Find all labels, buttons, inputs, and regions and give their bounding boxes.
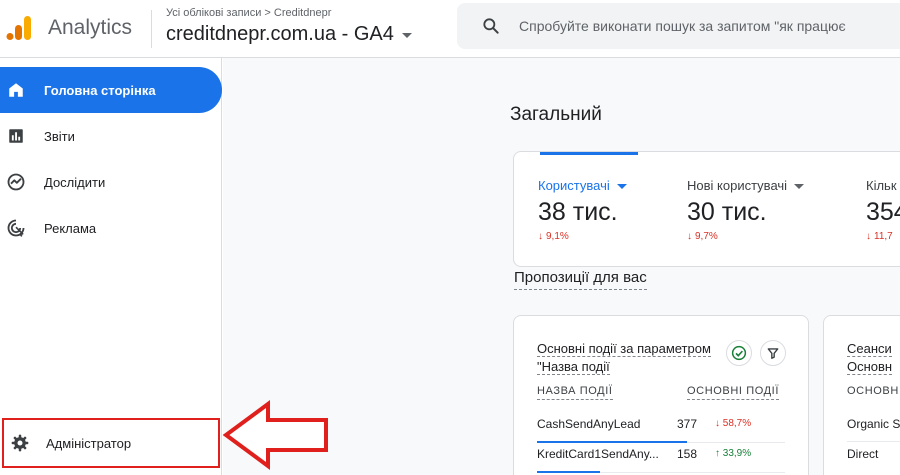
search-bar[interactable]	[457, 3, 900, 49]
insights-check-button[interactable]	[726, 340, 752, 366]
suggestions-title[interactable]: Пропозиції для вас	[514, 269, 647, 290]
chevron-down-icon	[401, 33, 412, 38]
header-divider	[151, 10, 152, 48]
row-share-bar	[537, 471, 600, 473]
chevron-down-icon	[794, 184, 805, 189]
key-events-card[interactable]: Основні події за параметром "Назва події…	[513, 315, 809, 475]
row-event-name: KreditCard1SendAny...	[537, 447, 659, 461]
metric-label-text: Нові користувачі	[687, 178, 788, 193]
nav-item-reports[interactable]: Звіти	[0, 113, 222, 159]
top-app-bar: Analytics Усі облікові записи > Creditdn…	[0, 0, 900, 58]
chevron-down-icon	[616, 184, 627, 189]
card-title: Сеанси Основн	[847, 340, 893, 376]
metric-value: 30 тис.	[687, 198, 767, 226]
filter-icon	[767, 348, 779, 359]
metric-users[interactable]: Користувачі 38 тис. ↓ 9,1%	[538, 178, 627, 242]
sessions-card[interactable]: Сеанси Основн ОСНОВН Organic S Direct	[823, 315, 900, 475]
column-header-event-name[interactable]: НАЗВА ПОДІЇ	[537, 385, 613, 400]
nav-item-label: Звіти	[44, 128, 75, 144]
nav-item-label: Дослідити	[44, 174, 106, 190]
metric-label-text: Користувачі	[538, 178, 610, 193]
metric-value: 354	[866, 198, 900, 226]
metric-delta-value: 11,7	[874, 231, 893, 242]
row-delta: ↓ 58,7%	[715, 418, 751, 429]
metric-label-text: Кільк	[866, 178, 897, 193]
metric-label[interactable]: Кільк	[866, 178, 900, 193]
table-row[interactable]: KreditCard1SendAny... 158 ↑ 33,9%	[537, 443, 785, 473]
metric-delta: ↓ 9,7%	[687, 231, 804, 242]
column-header[interactable]: ОСНОВН	[847, 385, 899, 397]
explore-icon	[6, 172, 26, 192]
selected-metric-indicator	[540, 152, 638, 155]
metric-delta-value: 9,1%	[546, 231, 569, 242]
arrow-down-icon: ↓	[687, 231, 692, 242]
search-icon	[483, 18, 499, 34]
nav-item-home[interactable]: Головна сторінка	[0, 67, 222, 113]
filter-button[interactable]	[760, 340, 786, 366]
product-name: Analytics	[48, 16, 133, 39]
arrow-down-icon: ↓	[715, 418, 723, 429]
annotation-arrow-icon	[222, 400, 328, 470]
advertising-icon	[6, 218, 26, 238]
overview-metrics-card: Користувачі 38 тис. ↓ 9,1% Нові користува…	[513, 151, 900, 267]
metric-delta-value: 9,7%	[695, 231, 718, 242]
metric-new-users[interactable]: Нові користувачі 30 тис. ↓ 9,7%	[687, 178, 805, 242]
card-title-line: Основн	[847, 359, 893, 375]
card-title-line: Сеанси	[847, 341, 892, 357]
table-row[interactable]: Direct	[847, 447, 878, 461]
gear-icon	[10, 433, 30, 453]
nav-item-label: Реклама	[44, 220, 97, 236]
row-delta: ↑ 33,9%	[715, 448, 751, 459]
row-delta-value: 58,7%	[722, 418, 752, 429]
metric-delta: ↓ 9,1%	[538, 231, 627, 242]
row-value: 158	[677, 447, 698, 461]
left-navigation: Головна сторінка Звіти Дослідити Реклама…	[0, 58, 222, 475]
metric-label[interactable]: Користувачі	[538, 178, 627, 193]
arrow-down-icon: ↓	[538, 231, 543, 242]
nav-item-label: Головна сторінка	[44, 82, 156, 98]
admin-label: Адміністратор	[46, 435, 132, 451]
property-name: creditdnepr.com.ua - GA4	[166, 23, 394, 45]
row-value: 377	[677, 417, 698, 431]
column-header-key-events[interactable]: ОСНОВНІ ПОДІЇ	[687, 385, 779, 400]
nav-item-explore[interactable]: Дослідити	[0, 159, 222, 205]
metric-delta: ↓ 11,7	[866, 231, 900, 242]
card-title: Основні події за параметром "Назва події	[537, 340, 712, 376]
metric-value: 38 тис.	[538, 198, 618, 226]
search-input[interactable]	[519, 18, 900, 34]
reports-icon	[6, 126, 26, 146]
check-circle-icon	[731, 345, 747, 361]
home-icon	[6, 80, 26, 100]
table-row[interactable]: CashSendAnyLead 377 ↓ 58,7%	[537, 413, 785, 443]
analytics-logo-icon[interactable]	[6, 14, 34, 42]
arrow-up-icon: ↑	[715, 448, 723, 459]
nav-item-admin[interactable]: Адміністратор	[2, 418, 220, 468]
metric-label[interactable]: Нові користувачі	[687, 178, 805, 193]
row-divider	[847, 441, 900, 442]
metric-third[interactable]: Кільк 354 ↓11,7	[866, 178, 900, 242]
row-delta-value: 33,9%	[722, 448, 752, 459]
card-title-text: Основні події за параметром "Назва події	[537, 341, 711, 375]
table-row[interactable]: Organic S	[847, 417, 900, 431]
property-selector[interactable]: creditdnepr.com.ua - GA4	[166, 23, 412, 46]
nav-item-advertising[interactable]: Реклама	[0, 205, 222, 251]
row-event-name: CashSendAnyLead	[537, 417, 641, 431]
account-breadcrumb[interactable]: Усі облікові записи > Creditdnepr	[166, 7, 331, 19]
section-title: Загальний	[510, 104, 602, 125]
arrow-down-icon: ↓	[866, 231, 871, 242]
